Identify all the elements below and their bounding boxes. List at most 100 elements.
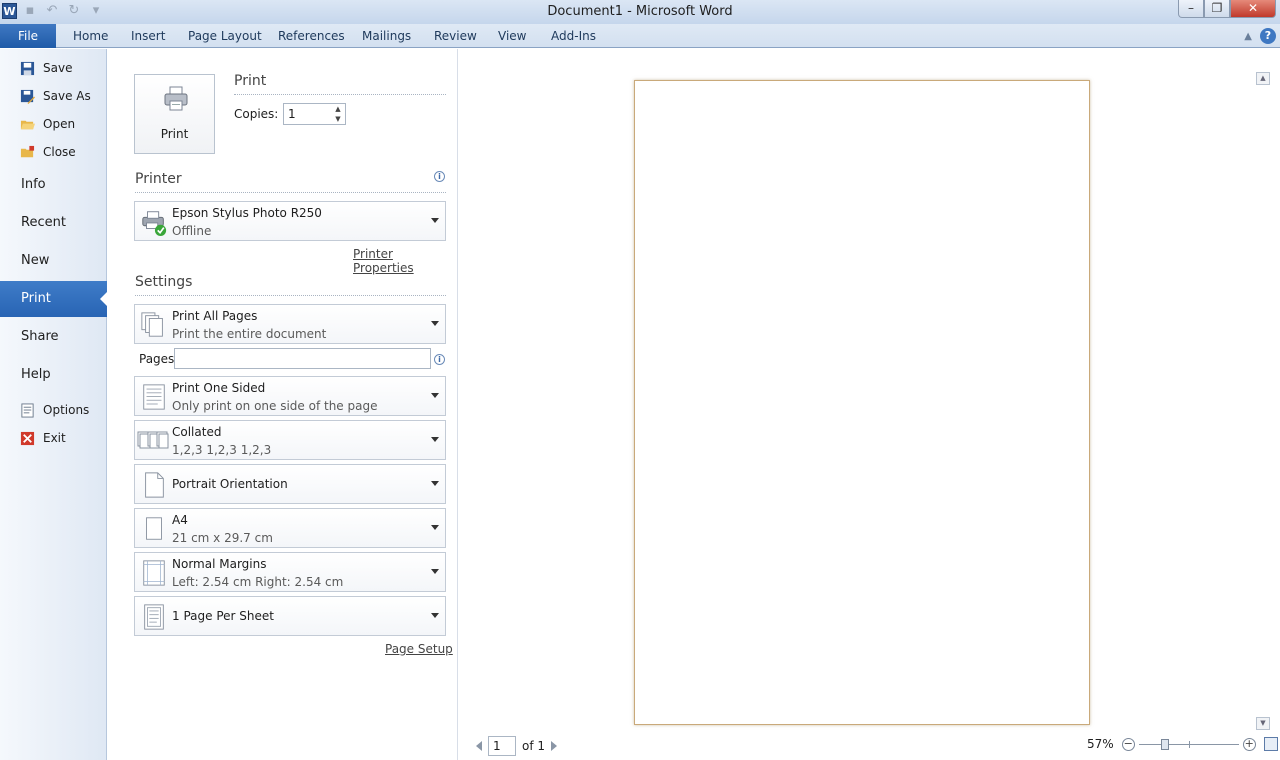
close-button[interactable]: ✕ xyxy=(1230,0,1276,18)
tab-file[interactable]: File xyxy=(0,24,56,48)
scroll-up-icon[interactable]: ▲ xyxy=(1256,72,1270,85)
print-preview-area: ▲ ▼ 1 of 1 57% − + xyxy=(459,49,1280,760)
dropdown-sub-text: Left: 2.54 cm Right: 2.54 cm xyxy=(172,575,344,589)
previous-page-icon[interactable] xyxy=(476,741,482,751)
scroll-down-icon[interactable]: ▼ xyxy=(1256,717,1270,730)
zoom-out-icon[interactable]: − xyxy=(1121,737,1135,751)
tab-references[interactable]: References xyxy=(278,24,345,48)
close-folder-icon xyxy=(20,145,35,157)
divider xyxy=(234,94,446,95)
copies-value: 1 xyxy=(288,107,296,121)
minimize-ribbon-icon[interactable]: ▲ xyxy=(1244,31,1252,42)
preview-scrollbar[interactable]: ▲ ▼ xyxy=(1256,72,1270,730)
collation-dropdown[interactable]: Collated 1,2,3 1,2,3 1,2,3 xyxy=(134,420,446,460)
printer-status: Offline xyxy=(172,224,212,238)
dropdown-main-text: A4 xyxy=(172,513,188,527)
copies-spin-arrows-icon[interactable]: ▲ ▼ xyxy=(331,104,345,124)
nav-open[interactable]: Open xyxy=(20,113,75,135)
nav-label: Open xyxy=(43,117,76,131)
pages-per-sheet-icon xyxy=(144,604,164,630)
tab-page-layout[interactable]: Page Layout xyxy=(188,24,262,48)
tab-mailings[interactable]: Mailings xyxy=(362,24,411,48)
dropdown-sub-text: Only print on one side of the page xyxy=(172,399,378,413)
chevron-down-icon xyxy=(431,613,439,618)
zoom-in-icon[interactable]: + xyxy=(1242,737,1256,751)
sides-dropdown[interactable]: Print One Sided Only print on one side o… xyxy=(134,376,446,416)
zoom-slider[interactable] xyxy=(1138,738,1239,751)
margins-icon xyxy=(143,560,165,586)
dropdown-main-text: Print One Sided xyxy=(172,381,266,395)
pages-stack-icon xyxy=(141,312,163,337)
nav-exit[interactable]: Exit xyxy=(20,427,66,449)
dropdown-sub-text: Print the entire document xyxy=(172,327,327,341)
minimize-button[interactable]: – xyxy=(1178,0,1204,18)
open-folder-icon xyxy=(20,120,35,129)
printer-properties-link[interactable]: Printer Properties xyxy=(353,247,457,275)
ribbon-right-controls: ▲ ? xyxy=(1244,28,1276,44)
save-icon xyxy=(20,61,35,75)
print-section-title: Print xyxy=(234,73,267,89)
ribbon-tab-bar: File Home Insert Page Layout References … xyxy=(0,24,1280,48)
zoom-control: 57% − + xyxy=(1087,737,1278,751)
nav-share[interactable]: Share xyxy=(0,319,107,355)
chevron-down-icon xyxy=(431,218,439,223)
margins-dropdown[interactable]: Normal Margins Left: 2.54 cm Right: 2.54… xyxy=(134,552,446,592)
nav-label: Options xyxy=(43,403,90,417)
nav-options[interactable]: Options xyxy=(20,399,89,421)
copies-spinner[interactable]: 1 ▲ ▼ xyxy=(283,103,346,125)
tab-view[interactable]: View xyxy=(498,24,526,48)
zoom-slider-thumb[interactable] xyxy=(1160,738,1169,750)
maximize-button[interactable]: ❐ xyxy=(1204,0,1230,18)
tab-review[interactable]: Review xyxy=(434,24,477,48)
nav-info[interactable]: Info xyxy=(0,167,107,203)
dropdown-main-text: Print All Pages xyxy=(172,309,258,323)
info-icon[interactable]: i xyxy=(434,171,445,182)
info-icon[interactable]: i xyxy=(434,354,445,365)
total-pages-label: of 1 xyxy=(522,739,546,753)
tab-home[interactable]: Home xyxy=(73,24,108,48)
current-page-input[interactable]: 1 xyxy=(488,736,516,756)
exit-icon xyxy=(20,431,35,445)
preview-page xyxy=(634,80,1090,725)
dropdown-main-text: 1 Page Per Sheet xyxy=(172,609,274,623)
nav-close[interactable]: Close xyxy=(20,141,76,163)
orientation-dropdown[interactable]: Portrait Orientation xyxy=(134,464,446,504)
print-settings-panel: Print Print Copies: 1 ▲ ▼ Printer i Epson… xyxy=(107,49,458,760)
chevron-down-icon xyxy=(431,481,439,486)
pages-per-sheet-dropdown[interactable]: 1 Page Per Sheet xyxy=(134,596,446,636)
collated-icon xyxy=(137,431,169,449)
tab-add-ins[interactable]: Add-Ins xyxy=(551,24,596,48)
options-icon xyxy=(21,402,34,418)
zoom-to-page-icon[interactable] xyxy=(1263,737,1278,751)
copies-label: Copies: xyxy=(234,107,279,121)
nav-recent[interactable]: Recent xyxy=(0,205,107,241)
page-setup-link[interactable]: Page Setup xyxy=(385,642,453,656)
nav-print[interactable]: Print xyxy=(0,281,108,317)
printer-dropdown[interactable]: Epson Stylus Photo R250 Offline xyxy=(134,201,446,241)
nav-save-as[interactable]: Save As xyxy=(20,85,91,107)
nav-save[interactable]: Save xyxy=(20,57,72,79)
paper-size-dropdown[interactable]: A4 21 cm x 29.7 cm xyxy=(134,508,446,548)
print-button[interactable]: Print xyxy=(134,74,215,154)
window-title: Document1 - Microsoft Word xyxy=(547,4,733,19)
next-page-icon[interactable] xyxy=(551,741,558,751)
nav-help[interactable]: Help xyxy=(0,357,107,393)
chevron-down-icon xyxy=(431,321,439,326)
nav-label: Save xyxy=(43,61,73,75)
nav-new[interactable]: New xyxy=(0,243,107,279)
help-icon[interactable]: ? xyxy=(1260,28,1276,44)
page-navigator: 1 of 1 xyxy=(476,736,558,756)
printer-status-icon xyxy=(142,211,167,236)
print-range-dropdown[interactable]: Print All Pages Print the entire documen… xyxy=(134,304,446,344)
window-controls: – ❐ ✕ xyxy=(1178,0,1276,18)
tab-insert[interactable]: Insert xyxy=(131,24,165,48)
dropdown-main-text: Collated xyxy=(172,425,222,439)
divider xyxy=(135,192,446,193)
printer-name: Epson Stylus Photo R250 xyxy=(172,206,322,220)
pages-input[interactable] xyxy=(174,348,431,369)
nav-label: Close xyxy=(43,145,76,159)
one-sided-icon xyxy=(143,384,165,410)
chevron-down-icon xyxy=(431,393,439,398)
zoom-level-label[interactable]: 57% xyxy=(1087,737,1114,751)
settings-section-title: Settings xyxy=(135,274,193,290)
